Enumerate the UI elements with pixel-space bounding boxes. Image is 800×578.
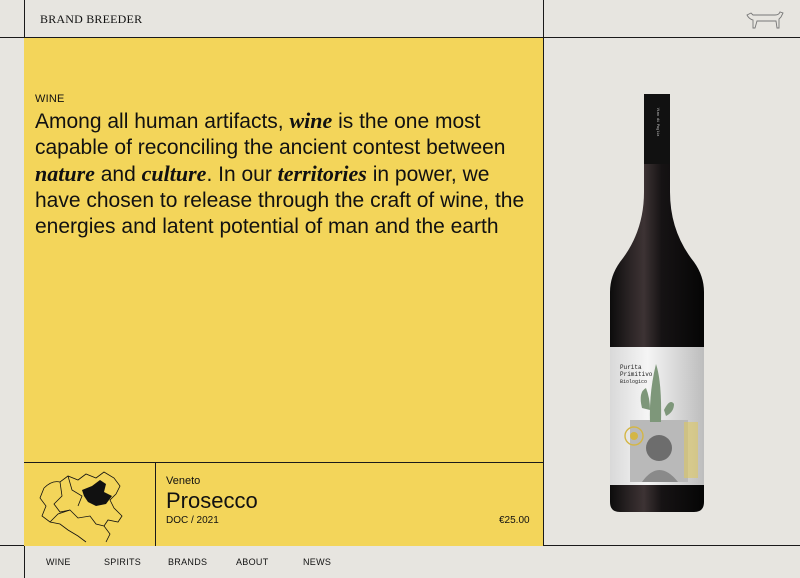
svg-text:Vino di Puglia: Vino di Puglia (655, 108, 660, 137)
product-region: Veneto (166, 475, 201, 487)
nav-item-wine[interactable]: WINE (46, 557, 71, 567)
product-divider (24, 462, 543, 463)
map-divider (155, 462, 156, 546)
main-nav: WINE SPIRITS BRANDS ABOUT NEWS (0, 557, 800, 571)
dog-icon[interactable] (745, 8, 785, 30)
product-doc: DOC / 2021 (166, 515, 219, 526)
nav-item-news[interactable]: NEWS (303, 557, 331, 567)
nav-item-spirits[interactable]: SPIRITS (104, 557, 141, 567)
italy-map-icon (39, 471, 123, 543)
intro-text: Among all human artifacts, wine is the o… (35, 108, 525, 238)
center-divider (543, 0, 544, 546)
bottle-label-line-3: Biologico (620, 379, 647, 385)
product-name[interactable]: Prosecco (166, 488, 258, 514)
nav-item-about[interactable]: ABOUT (236, 557, 269, 567)
bottle-label-line-2: Primitivo (620, 371, 653, 378)
nav-item-brands[interactable]: BRANDS (168, 557, 207, 567)
wine-bottle-image[interactable]: Vino di Puglia Purita Primitivo Biologic… (604, 92, 710, 516)
brand-logo-text[interactable]: BRAND BREEDER (40, 12, 142, 27)
bottle-label-line-1: Purita (620, 364, 642, 371)
section-label: WINE (35, 93, 65, 105)
product-price: €25.00 (499, 515, 530, 526)
